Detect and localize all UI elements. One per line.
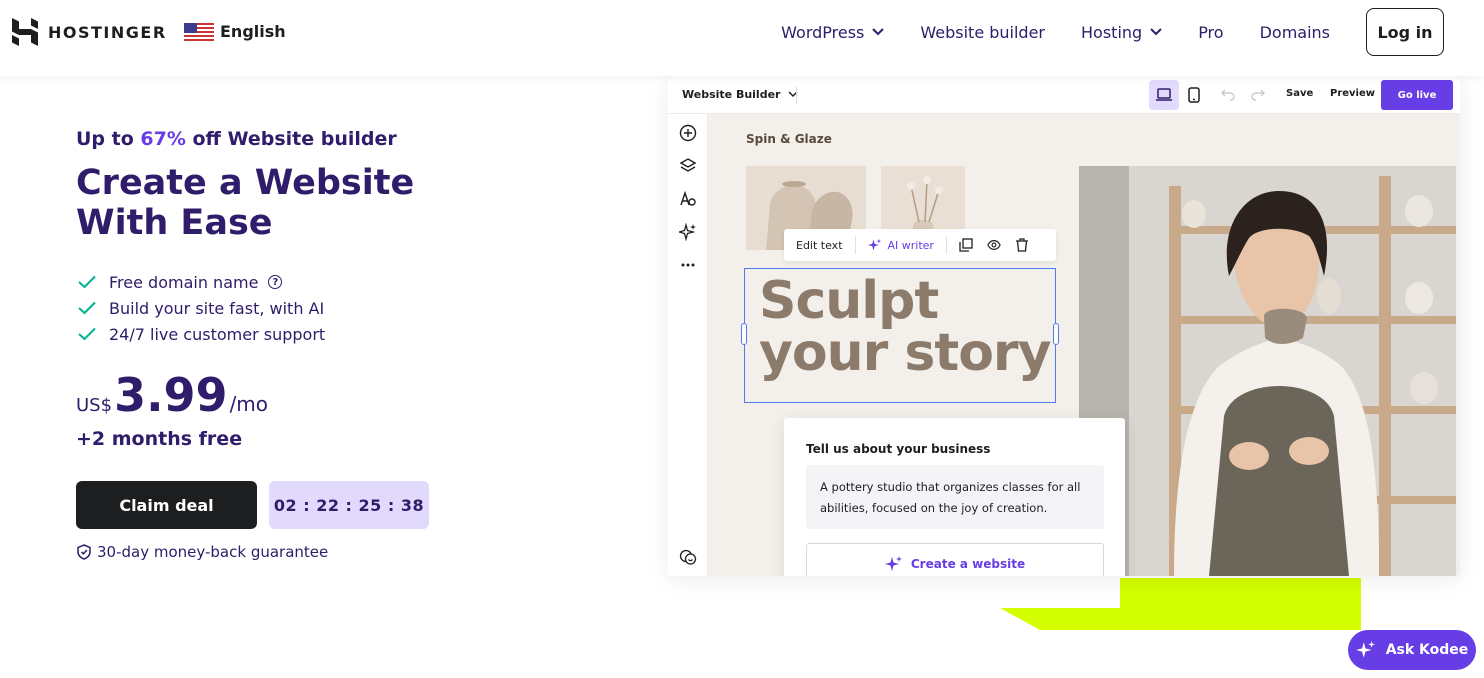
ai-sparkle-icon (884, 556, 902, 571)
menu-pro[interactable]: Pro (1198, 23, 1223, 42)
page-title: Create a Website With Ease (76, 163, 415, 243)
ai-sparkle-icon[interactable] (679, 223, 697, 241)
phone-icon (1188, 87, 1200, 103)
brand-name: HOSTINGER (48, 22, 167, 42)
price-amount: 3.99 (114, 368, 228, 422)
menu-hosting[interactable]: Hosting (1081, 23, 1162, 42)
check-icon (78, 327, 96, 341)
menu-domains-label: Domains (1259, 22, 1330, 42)
language-label: English (220, 22, 286, 41)
feature-text: Free domain name (109, 272, 259, 292)
ai-sparkle-icon (1355, 641, 1375, 658)
top-navbar: HOSTINGER English WordPress Website buil… (0, 0, 1484, 76)
divider (796, 86, 797, 104)
menu-hosting-label: Hosting (1081, 22, 1143, 42)
hero-heading-line: your story (759, 323, 1051, 383)
price-currency: US$ (76, 395, 113, 416)
feature-text: Build your site fast, with AI (109, 298, 325, 318)
eye-icon[interactable] (987, 238, 1001, 252)
hero-heading: Sculpt your story (759, 271, 1051, 383)
promo-suffix: off Website builder (185, 128, 397, 150)
promo-line: Up to 67% off Website builder (76, 128, 397, 150)
bonus-text: +2 months free (76, 428, 243, 450)
resize-handle-left[interactable] (741, 323, 747, 345)
create-website-label: Create a website (910, 557, 1026, 571)
builder-topbar: Website Builder Save Preview Go live (668, 76, 1460, 114)
menu-website-builder[interactable]: Website builder (920, 23, 1045, 42)
prompt-label: Tell us about your business (806, 442, 991, 456)
save-button[interactable]: Save (1286, 88, 1313, 99)
us-flag-icon (184, 22, 214, 41)
builder-sidebar (668, 114, 708, 576)
guarantee-text: 30-day money-back guarantee (97, 543, 329, 561)
create-website-button[interactable]: Create a website (806, 543, 1104, 576)
feature-item: Build your site fast, with AI (78, 295, 325, 321)
main-menu: WordPress Website builder Hosting Pro Do… (745, 8, 1444, 56)
copy-icon[interactable] (959, 238, 973, 252)
ai-writer-label: AI writer (887, 238, 934, 252)
decorative-lime-shape (1000, 578, 1361, 630)
laptop-icon (1156, 88, 1172, 101)
business-description-textarea[interactable]: A pottery studio that organizes classes … (806, 465, 1104, 529)
hero-heading-line: Sculpt (759, 271, 939, 331)
price-period: /mo (229, 392, 269, 416)
menu-wordpress[interactable]: WordPress (781, 22, 885, 42)
help-chat-icon[interactable] (679, 548, 697, 566)
go-live-button[interactable]: Go live (1381, 80, 1453, 110)
builder-preview: Website Builder Save Preview Go live Spi… (668, 76, 1460, 576)
divider (854, 236, 856, 254)
add-icon[interactable] (679, 124, 697, 142)
trash-icon[interactable] (1015, 238, 1029, 252)
promo-percent: 67% (140, 128, 186, 150)
styles-icon[interactable] (679, 190, 697, 208)
ask-kodee-button[interactable]: Ask Kodee (1348, 630, 1476, 670)
shield-check-icon (77, 544, 91, 560)
menu-wordpress-label: WordPress (781, 22, 865, 42)
redo-button[interactable] (1243, 80, 1273, 110)
help-icon[interactable]: ? (268, 275, 283, 289)
potter-photo (1079, 166, 1456, 576)
builder-menu[interactable]: Website Builder (682, 88, 798, 101)
selected-heading-block[interactable]: Sculpt your story (741, 268, 1059, 403)
feature-item: 24/7 live customer support (78, 321, 325, 347)
more-icon[interactable] (679, 256, 697, 274)
undo-icon (1221, 89, 1235, 101)
redo-icon (1251, 89, 1265, 101)
text-toolbar: Edit text AI writer (784, 229, 1056, 261)
language-selector[interactable]: English (184, 22, 286, 41)
edit-text-button[interactable]: Edit text (796, 239, 843, 252)
ask-kodee-label: Ask Kodee (1385, 642, 1469, 658)
promo-prefix: Up to (76, 128, 141, 150)
feature-list: Free domain name ? Build your site fast,… (78, 269, 325, 347)
countdown-timer: 02 : 22 : 25 : 38 (269, 481, 429, 529)
menu-domains[interactable]: Domains (1260, 23, 1330, 42)
preview-button[interactable]: Preview (1330, 88, 1375, 99)
divider (945, 236, 947, 254)
resize-handle-right[interactable] (1053, 323, 1059, 345)
ai-writer-button[interactable]: AI writer (867, 238, 934, 252)
ai-sparkle-icon (867, 238, 881, 251)
chevron-down-icon (872, 28, 885, 36)
claim-deal-button[interactable]: Claim deal (76, 481, 257, 529)
builder-menu-label: Website Builder (682, 88, 781, 101)
site-name: Spin & Glaze (746, 132, 832, 146)
check-icon (78, 275, 96, 289)
undo-button[interactable] (1213, 80, 1243, 110)
desktop-view-button[interactable] (1149, 80, 1179, 110)
chevron-down-icon (1150, 28, 1162, 36)
check-icon (78, 301, 96, 315)
login-button[interactable]: Log in (1366, 8, 1444, 56)
layers-icon[interactable] (679, 157, 697, 175)
menu-pro-label: Pro (1198, 22, 1224, 42)
feature-text: 24/7 live customer support (109, 324, 326, 344)
price: US$ 3.99 /mo (76, 368, 268, 422)
hostinger-logo-icon (12, 18, 38, 46)
ai-prompt-card: Tell us about your business A pottery st… (784, 418, 1125, 576)
mobile-view-button[interactable] (1179, 80, 1209, 110)
menu-website-builder-label: Website builder (920, 22, 1046, 42)
hostinger-logo[interactable]: HOSTINGER (12, 18, 167, 46)
feature-item: Free domain name ? (78, 269, 325, 295)
guarantee: 30-day money-back guarantee (77, 543, 328, 561)
